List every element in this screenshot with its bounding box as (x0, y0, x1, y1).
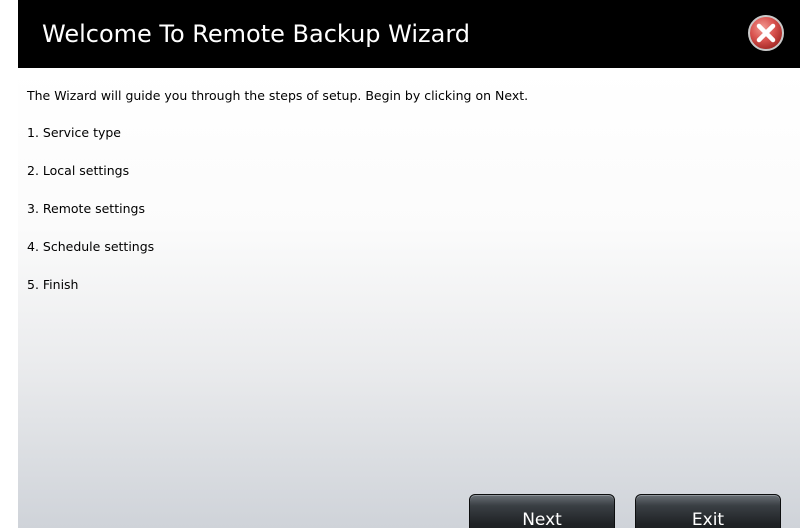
step-remote-settings: 3. Remote settings (27, 201, 145, 216)
dialog-titlebar: Welcome To Remote Backup Wizard (18, 0, 800, 68)
step-service-type: 1. Service type (27, 125, 121, 140)
exit-button[interactable]: Exit (635, 494, 781, 528)
step-finish: 5. Finish (27, 277, 79, 292)
remote-backup-wizard-dialog: Welcome To Remote Backup Wizard The Wiza… (18, 0, 800, 528)
step-schedule-settings: 4. Schedule settings (27, 239, 155, 254)
close-icon[interactable] (747, 14, 785, 52)
dialog-body: The Wizard will guide you through the st… (18, 68, 800, 528)
wizard-intro-text: The Wizard will guide you through the st… (27, 88, 529, 103)
dialog-title: Welcome To Remote Backup Wizard (42, 20, 470, 48)
next-button[interactable]: Next (469, 494, 615, 528)
step-local-settings: 2. Local settings (27, 163, 130, 178)
